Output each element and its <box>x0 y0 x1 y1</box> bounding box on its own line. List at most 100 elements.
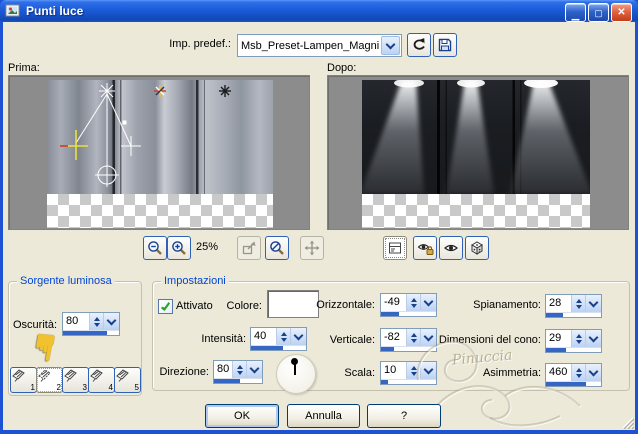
help-button-label: ? <box>400 410 408 422</box>
after-art <box>362 80 590 194</box>
pan-button[interactable] <box>300 236 324 260</box>
darkness-value[interactable]: 80 <box>63 313 89 330</box>
cancel-button-label: Annulla <box>305 410 342 422</box>
lamp-button-3[interactable]: 3 <box>62 367 89 393</box>
zoom-level: 25% <box>196 241 219 253</box>
slider-dropdown-button[interactable] <box>420 362 436 379</box>
fit-window-icon <box>242 241 256 255</box>
punti-luce-dialog: Punti luce ▁ ▢ ✕ Imp. predef.: Msb_Prese… <box>0 0 638 434</box>
selected-light-handle[interactable] <box>66 130 88 160</box>
preset-value[interactable]: Msb_Preset-Lampen_Magni... <box>238 40 380 52</box>
resize-grip[interactable] <box>620 415 634 429</box>
spotlights-overlay <box>362 80 590 194</box>
slider-dropdown-button[interactable] <box>585 330 601 347</box>
direction-dial[interactable] <box>276 354 316 394</box>
auto-proof-button[interactable] <box>413 236 437 260</box>
darkness-spinner[interactable]: 80 <box>62 312 120 336</box>
slider-dropdown-button[interactable] <box>585 364 601 381</box>
spin-buttons[interactable] <box>571 364 585 381</box>
cone-size-label: Dimensioni del cono: <box>438 334 541 346</box>
auto-zoom-off-button[interactable] <box>265 236 289 260</box>
image-icon <box>5 4 20 17</box>
lamp-icon <box>116 369 129 382</box>
smoothing-value[interactable]: 28 <box>546 295 571 312</box>
intensity-value[interactable]: 40 <box>251 328 276 345</box>
horizontal-label: Orizzontale: <box>316 299 375 311</box>
spin-buttons[interactable] <box>406 294 420 311</box>
before-art[interactable] <box>47 80 273 194</box>
smoothing-spinner[interactable]: 28 <box>545 294 602 318</box>
lamp-number: 3 <box>82 383 87 392</box>
asymmetry-spinner[interactable]: 460 <box>545 363 602 387</box>
save-disk-icon <box>438 38 452 52</box>
asymmetry-value[interactable]: 460 <box>546 364 571 381</box>
after-preview-pane[interactable] <box>327 75 629 230</box>
darkness-label: Oscurità: <box>13 319 58 331</box>
maximize-button[interactable]: ▢ <box>588 3 609 22</box>
spin-buttons[interactable] <box>406 362 420 379</box>
lamp-number: 1 <box>30 383 35 392</box>
combo-dropdown-button[interactable] <box>381 36 400 55</box>
slider-dropdown-button[interactable] <box>420 294 436 311</box>
after-image <box>362 80 590 228</box>
maximize-icon: ▢ <box>594 7 603 18</box>
eye-icon <box>444 244 458 252</box>
enabled-checkbox[interactable] <box>158 299 173 314</box>
cancel-button[interactable]: Annulla <box>287 404 360 428</box>
spin-buttons[interactable] <box>89 313 103 330</box>
magnifier-off-icon <box>270 241 284 255</box>
reset-arrow-icon <box>413 38 425 50</box>
direction-value[interactable]: 80 <box>214 361 232 378</box>
spin-buttons[interactable] <box>276 328 290 345</box>
before-preview-pane[interactable] <box>8 75 310 230</box>
preview-panes-icon <box>389 242 401 254</box>
randomize-button[interactable] <box>465 236 489 260</box>
close-button[interactable]: ✕ <box>611 3 632 22</box>
spin-down-icon <box>93 322 100 330</box>
light-marker[interactable] <box>219 85 231 97</box>
horizontal-value[interactable]: -49 <box>381 294 406 311</box>
lamp-number: 5 <box>134 383 139 392</box>
preview-layout-toggle[interactable] <box>383 236 407 260</box>
proof-button[interactable] <box>439 236 463 260</box>
slider-dropdown-button[interactable] <box>290 328 306 345</box>
cone-size-spinner[interactable]: 29 <box>545 329 602 353</box>
spin-buttons[interactable] <box>571 330 585 347</box>
zoom-in-button[interactable] <box>167 236 191 260</box>
help-button[interactable]: ? <box>367 404 441 428</box>
spin-buttons[interactable] <box>232 361 246 378</box>
minimize-button[interactable]: ▁ <box>565 3 586 22</box>
scale-value[interactable]: 10 <box>381 362 406 379</box>
slider-dropdown-button[interactable] <box>246 361 262 378</box>
lamp-button-2[interactable]: 2 <box>36 367 63 393</box>
spin-buttons[interactable] <box>571 295 585 312</box>
slider-dropdown-button[interactable] <box>585 295 601 312</box>
slider-dropdown-button[interactable] <box>103 313 119 330</box>
ok-button-label: OK <box>234 410 250 422</box>
vertical-spinner[interactable]: -82 <box>380 328 437 352</box>
scale-spinner[interactable]: 10 <box>380 361 437 385</box>
light-handles-overlay[interactable] <box>47 80 273 194</box>
lamp-button-5[interactable]: 5 <box>114 367 141 393</box>
preset-combobox[interactable]: Msb_Preset-Lampen_Magni... <box>237 34 402 57</box>
intensity-spinner[interactable]: 40 <box>250 327 307 351</box>
horizontal-spinner[interactable]: -49 <box>380 293 437 317</box>
vertical-value[interactable]: -82 <box>381 329 406 346</box>
lamp-button-4[interactable]: 4 <box>88 367 115 393</box>
minimize-icon: ▁ <box>571 9 580 21</box>
after-label: Dopo: <box>327 62 357 74</box>
color-label: Colore: <box>226 300 262 312</box>
before-image[interactable] <box>47 80 273 228</box>
reset-preset-button[interactable] <box>407 33 431 57</box>
save-preset-button[interactable] <box>433 33 457 57</box>
dice-icon <box>471 241 483 255</box>
titlebar[interactable]: Punti luce <box>0 0 638 22</box>
slider-dropdown-button[interactable] <box>420 329 436 346</box>
cone-size-value[interactable]: 29 <box>546 330 571 347</box>
direction-spinner[interactable]: 80 <box>213 360 263 384</box>
lamp-button-1[interactable]: 1 <box>10 367 37 393</box>
fit-window-button[interactable] <box>237 236 261 260</box>
zoom-out-button[interactable] <box>143 236 167 260</box>
ok-button[interactable]: OK <box>205 404 279 428</box>
spin-buttons[interactable] <box>406 329 420 346</box>
